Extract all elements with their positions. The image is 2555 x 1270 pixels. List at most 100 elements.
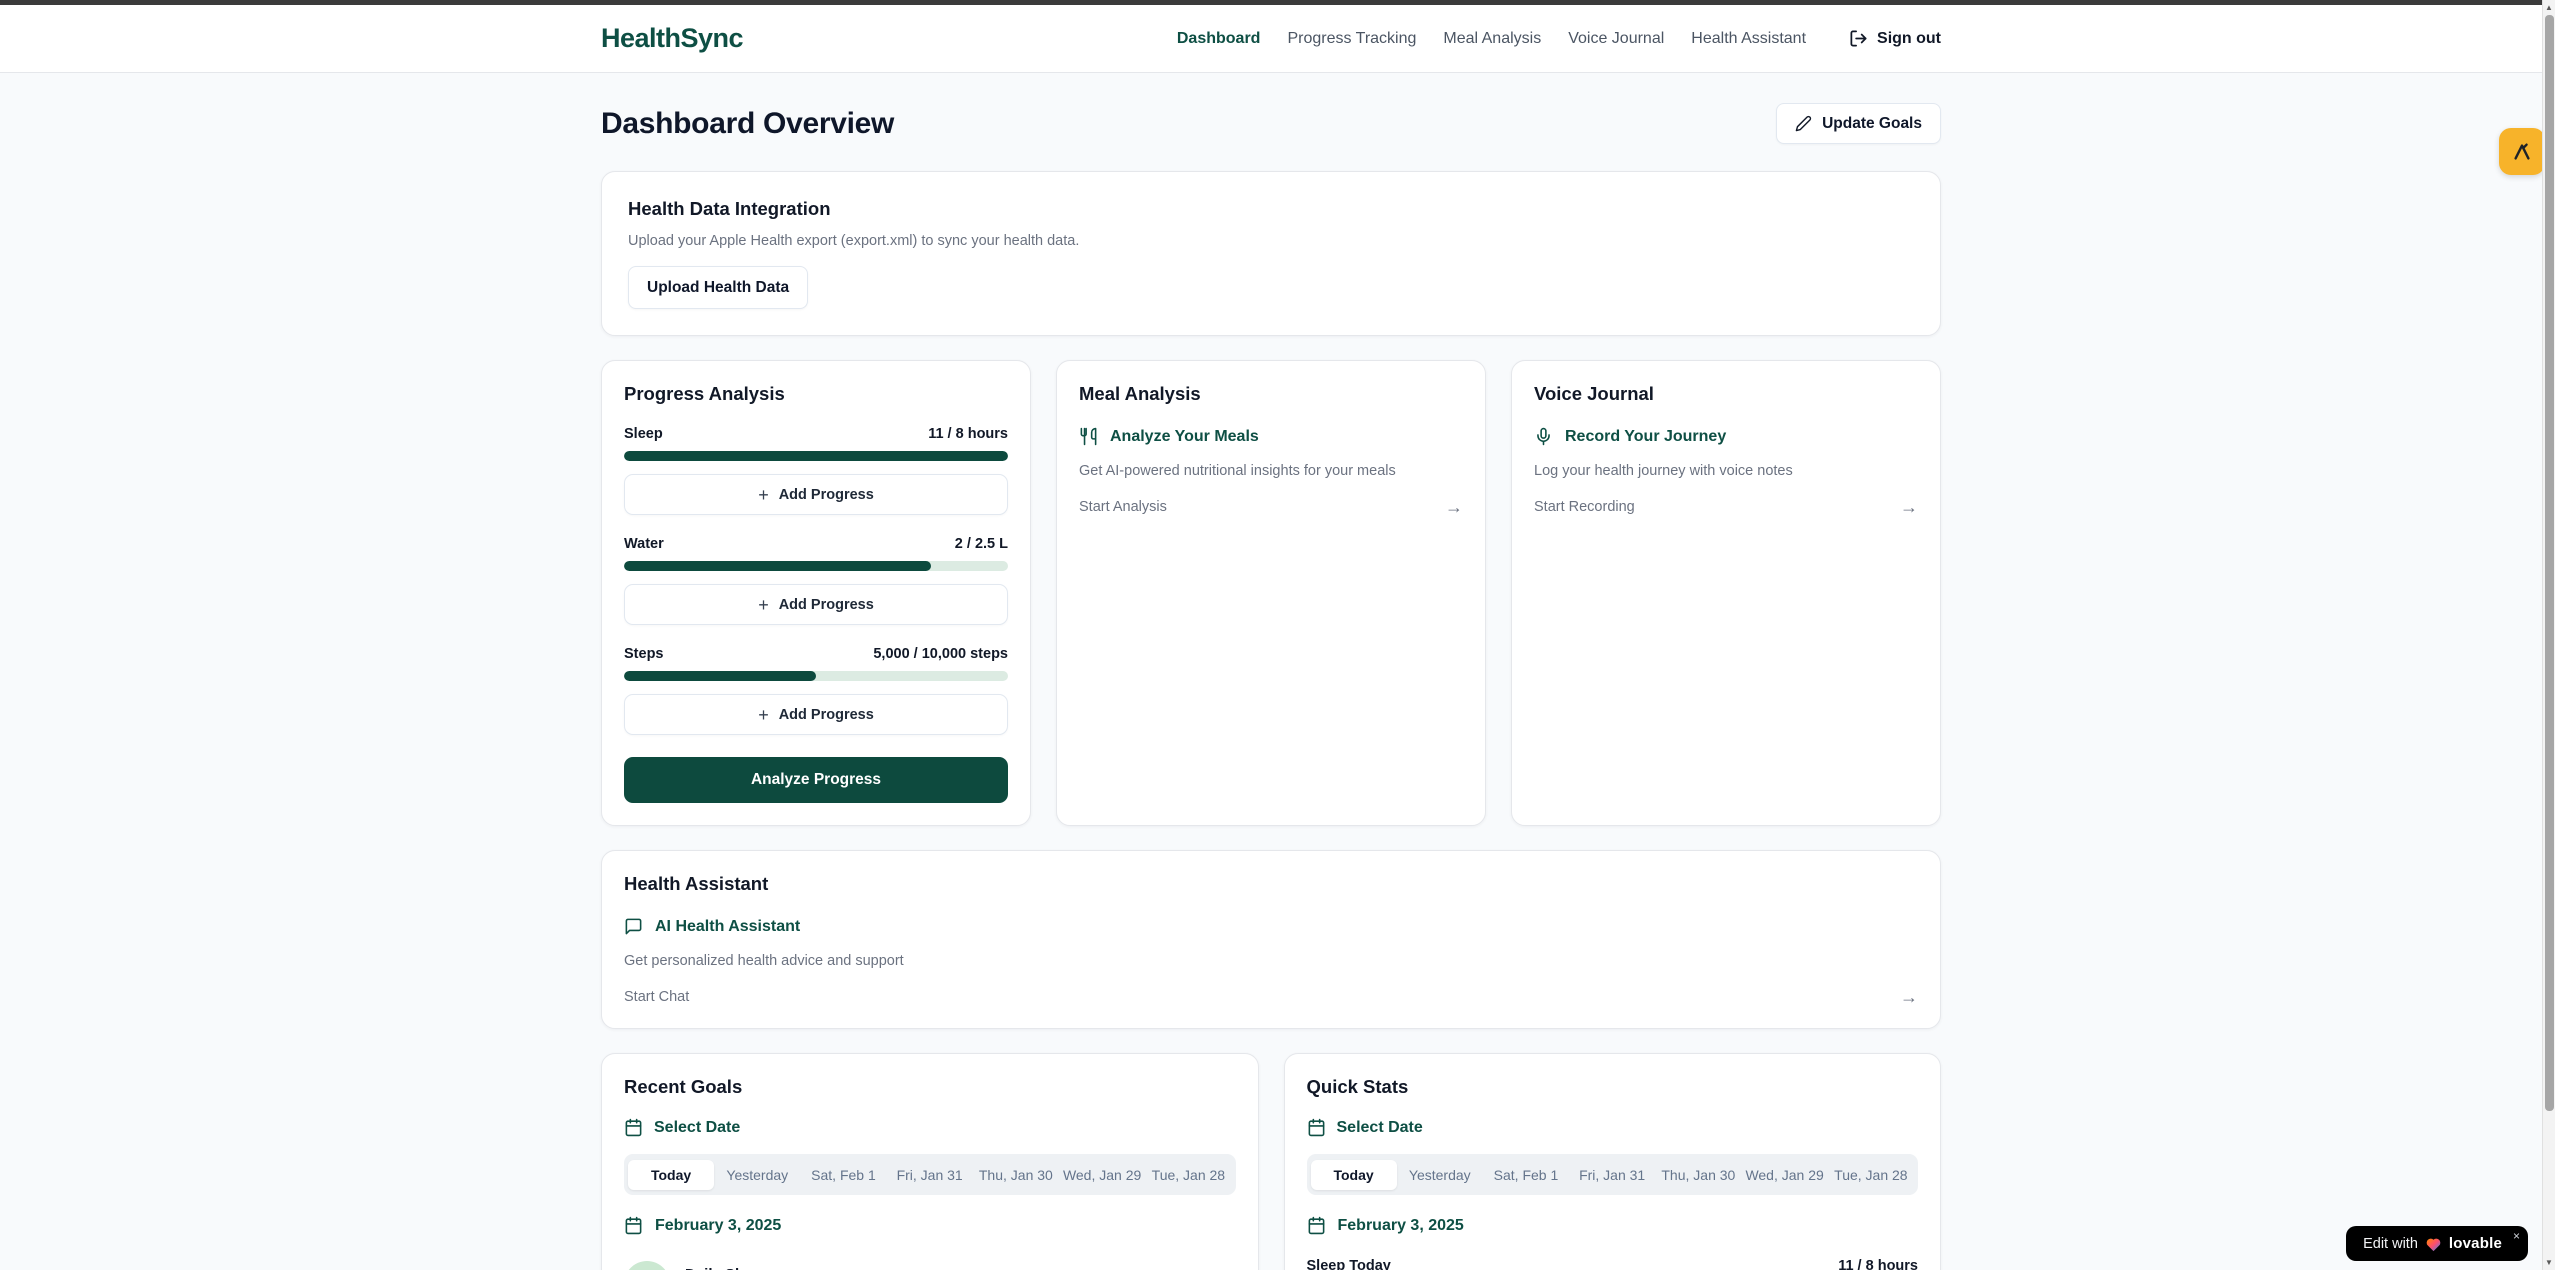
goal-sleep-label: Sleep xyxy=(624,426,663,442)
add-progress-water-button[interactable]: + Add Progress xyxy=(624,584,1008,625)
tab-thu-jan-30[interactable]: Thu, Jan 30 xyxy=(973,1160,1059,1190)
tab-fri-jan-31[interactable]: Fri, Jan 31 xyxy=(1569,1160,1655,1190)
tab-yesterday[interactable]: Yesterday xyxy=(714,1160,800,1190)
start-chat-label: Start Chat xyxy=(624,989,689,1005)
app-header: HealthSync Dashboard Progress Tracking M… xyxy=(0,5,2542,73)
add-progress-label: Add Progress xyxy=(779,597,874,613)
health-assistant-title: Health Assistant xyxy=(624,873,1918,895)
tab-sat-feb-1[interactable]: Sat, Feb 1 xyxy=(1483,1160,1569,1190)
tab-tue-jan-28[interactable]: Tue, Jan 28 xyxy=(1145,1160,1231,1190)
meal-analysis-description: Get AI-powered nutritional insights for … xyxy=(1079,463,1463,479)
goal-item-name: Daily Sleep xyxy=(685,1266,765,1270)
select-date-label: Select Date xyxy=(654,1119,740,1137)
recent-goals-date-tabs: Today Yesterday Sat, Feb 1 Fri, Jan 31 T… xyxy=(624,1154,1236,1195)
scrollbar-up-arrow[interactable]: ▲ xyxy=(2543,0,2555,15)
recent-goals-current-date[interactable]: February 3, 2025 xyxy=(624,1216,1236,1235)
calendar-icon xyxy=(1307,1216,1326,1235)
plus-icon: + xyxy=(758,486,769,504)
nav-meal-analysis[interactable]: Meal Analysis xyxy=(1443,30,1541,48)
upload-health-data-button[interactable]: Upload Health Data xyxy=(628,266,808,309)
window-top-strip xyxy=(0,0,2542,5)
app-logo[interactable]: HealthSync xyxy=(601,23,743,54)
tab-tue-jan-28[interactable]: Tue, Jan 28 xyxy=(1828,1160,1914,1190)
goal-water-label: Water xyxy=(624,536,664,552)
goal-list-item-daily-sleep: ✓ Daily Sleep 11 / 8 hours xyxy=(624,1261,1236,1270)
tab-fri-jan-31[interactable]: Fri, Jan 31 xyxy=(887,1160,973,1190)
edit-with-label: Edit with xyxy=(2363,1236,2418,1252)
goal-steps-progress-fill xyxy=(624,671,816,681)
vertical-scrollbar[interactable]: ▲ ▼ xyxy=(2542,0,2555,1270)
add-progress-steps-button[interactable]: + Add Progress xyxy=(624,694,1008,735)
tab-wed-jan-29[interactable]: Wed, Jan 29 xyxy=(1741,1160,1827,1190)
analyze-your-meals-label: Analyze Your Meals xyxy=(1110,428,1259,446)
check-circle-icon: ✓ xyxy=(624,1261,670,1270)
nav-health-assistant[interactable]: Health Assistant xyxy=(1691,30,1806,48)
goal-steps-progressbar xyxy=(624,671,1008,681)
quick-stats-select-date[interactable]: Select Date xyxy=(1307,1118,1919,1137)
goal-water: Water 2 / 2.5 L + Add Progress xyxy=(624,536,1008,625)
goal-water-value: 2 / 2.5 L xyxy=(955,536,1008,552)
arrow-right-icon: → xyxy=(1900,988,1918,1006)
add-progress-label: Add Progress xyxy=(779,707,874,723)
lovable-caret-icon xyxy=(2511,141,2533,163)
goal-water-progress-fill xyxy=(624,561,931,571)
ai-health-assistant-link[interactable]: AI Health Assistant xyxy=(624,917,1918,936)
quick-stats-card: Quick Stats Select Date Today Yesterday … xyxy=(1284,1053,1942,1270)
tab-today[interactable]: Today xyxy=(628,1160,714,1190)
analyze-progress-button[interactable]: Analyze Progress xyxy=(624,757,1008,803)
tab-sat-feb-1[interactable]: Sat, Feb 1 xyxy=(800,1160,886,1190)
plus-icon: + xyxy=(758,706,769,724)
select-date-label: Select Date xyxy=(1337,1119,1423,1137)
record-your-journey-link[interactable]: Record Your Journey xyxy=(1534,427,1918,446)
pencil-icon xyxy=(1795,115,1812,132)
scrollbar-thumb[interactable] xyxy=(2545,15,2554,1111)
tab-today[interactable]: Today xyxy=(1311,1160,1397,1190)
analyze-your-meals-link[interactable]: Analyze Your Meals xyxy=(1079,427,1463,446)
tab-thu-jan-30[interactable]: Thu, Jan 30 xyxy=(1655,1160,1741,1190)
quick-stats-current-date[interactable]: February 3, 2025 xyxy=(1307,1216,1919,1235)
current-date-label: February 3, 2025 xyxy=(1338,1217,1464,1235)
recent-goals-card: Recent Goals Select Date Today Yesterday… xyxy=(601,1053,1259,1270)
goal-sleep-progress-fill xyxy=(624,451,1008,461)
progress-analysis-title: Progress Analysis xyxy=(624,383,1008,405)
health-assistant-card: Health Assistant AI Health Assistant Get… xyxy=(601,850,1941,1029)
hdi-title: Health Data Integration xyxy=(628,198,1914,220)
quick-stats-title: Quick Stats xyxy=(1307,1076,1919,1098)
meal-analysis-title: Meal Analysis xyxy=(1079,383,1463,405)
goal-sleep: Sleep 11 / 8 hours + Add Progress xyxy=(624,426,1008,515)
chat-bubble-icon xyxy=(624,917,643,936)
tab-yesterday[interactable]: Yesterday xyxy=(1397,1160,1483,1190)
main-nav: Dashboard Progress Tracking Meal Analysi… xyxy=(1177,29,1941,48)
update-goals-button[interactable]: Update Goals xyxy=(1776,103,1941,144)
start-analysis-action[interactable]: Start Analysis → xyxy=(1079,498,1463,516)
sign-out-label: Sign out xyxy=(1877,30,1941,48)
nav-progress-tracking[interactable]: Progress Tracking xyxy=(1287,30,1416,48)
recent-goals-title: Recent Goals xyxy=(624,1076,1236,1098)
voice-journal-title: Voice Journal xyxy=(1534,383,1918,405)
calendar-icon xyxy=(1307,1118,1326,1137)
nav-voice-journal[interactable]: Voice Journal xyxy=(1568,30,1664,48)
sign-out-icon xyxy=(1849,29,1868,48)
edit-with-lovable-badge[interactable]: Edit with lovable × xyxy=(2346,1226,2528,1261)
update-goals-label: Update Goals xyxy=(1822,115,1922,133)
start-recording-label: Start Recording xyxy=(1534,499,1635,515)
scrollbar-down-arrow[interactable]: ▼ xyxy=(2543,1255,2555,1270)
nav-dashboard[interactable]: Dashboard xyxy=(1177,30,1261,48)
close-icon[interactable]: × xyxy=(2513,1230,2520,1242)
sign-out-button[interactable]: Sign out xyxy=(1849,29,1941,48)
goal-water-progressbar xyxy=(624,561,1008,571)
add-progress-label: Add Progress xyxy=(779,487,874,503)
health-assistant-description: Get personalized health advice and suppo… xyxy=(624,953,1918,969)
start-chat-action[interactable]: Start Chat → xyxy=(624,988,1918,1006)
tab-wed-jan-29[interactable]: Wed, Jan 29 xyxy=(1059,1160,1145,1190)
goal-steps: Steps 5,000 / 10,000 steps + Add Progres… xyxy=(624,646,1008,735)
ai-health-assistant-label: AI Health Assistant xyxy=(655,918,800,936)
utensils-icon xyxy=(1079,427,1098,446)
lovable-side-widget-button[interactable] xyxy=(2499,128,2545,175)
plus-icon: + xyxy=(758,596,769,614)
add-progress-sleep-button[interactable]: + Add Progress xyxy=(624,474,1008,515)
start-recording-action[interactable]: Start Recording → xyxy=(1534,498,1918,516)
recent-goals-select-date[interactable]: Select Date xyxy=(624,1118,1236,1137)
goal-steps-value: 5,000 / 10,000 steps xyxy=(873,646,1008,662)
heart-gradient-icon xyxy=(2425,1236,2442,1252)
